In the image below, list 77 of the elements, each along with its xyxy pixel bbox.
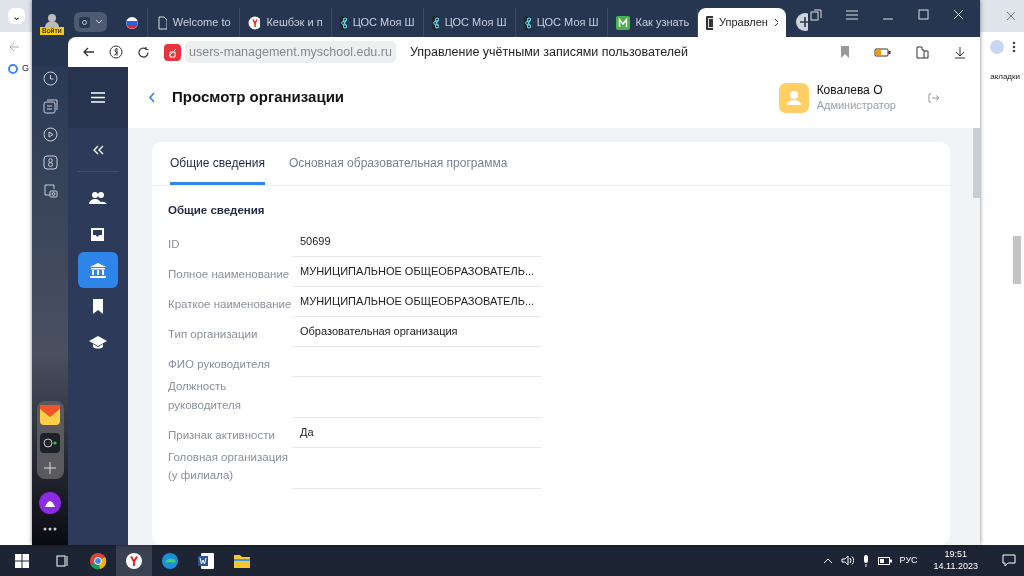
section-title: Общие сведения [168,203,266,218]
browser-tab[interactable]: Управлен [698,8,787,37]
user-name: Ковалева О [816,82,884,99]
windows-start-icon[interactable] [15,553,29,568]
content-tab[interactable]: Общие сведения [170,142,265,185]
scrollbar-thumb[interactable] [973,128,980,198]
field-label: Полное наименование [168,266,291,282]
bank-icon [89,261,107,279]
flag-icon[interactable] [124,15,139,30]
inbox-icon [89,225,107,243]
scrollbar-thumb[interactable] [1013,236,1021,284]
field-label: Признак активности [168,427,276,443]
field-label: ID [168,236,181,252]
bookmark-icon[interactable] [840,46,850,58]
yandex-icon [125,551,143,570]
document-icon[interactable] [155,15,167,30]
field-label: Краткое наименование [168,296,292,312]
clock-time[interactable]: 19:51 [944,548,968,561]
history-icon[interactable] [42,71,58,86]
download-icon[interactable] [954,45,966,59]
taskbar-app[interactable] [116,545,152,576]
field-label: Тип организации [168,326,259,342]
extensions-icon[interactable] [915,44,930,60]
back-icon[interactable] [148,92,156,103]
add-icon[interactable] [43,461,57,475]
field-value: Да [292,418,541,449]
more-icon[interactable] [43,527,57,531]
language-indicator[interactable]: РУС [899,553,918,568]
app-icon[interactable] [40,433,60,453]
bookmarks-label[interactable]: акладки [990,72,1020,81]
user-role: Администратор [816,98,896,113]
page-title: Управление учётными записями пользователей [409,43,689,61]
collections-icon[interactable] [810,8,822,21]
new-tab-icon[interactable] [796,13,808,31]
lock-icon[interactable] [164,43,181,61]
bookmark-label[interactable]: G [22,62,29,76]
back-arrow-icon[interactable] [82,46,95,58]
site-icon[interactable] [706,15,714,30]
google-icon [8,63,18,74]
chrome-icon [89,551,107,570]
profile-icon[interactable] [44,12,59,27]
clock-date[interactable]: 14.11.2023 [933,560,978,573]
task-view-icon[interactable] [55,553,69,568]
tabs-icon[interactable] [42,99,58,114]
field-label: Должность руководителя [168,379,242,413]
field-label: Головная организация (у филиала) [168,450,289,484]
nav-item[interactable] [78,252,118,288]
collapse-icon[interactable] [92,144,104,155]
counter-icon[interactable] [42,155,58,170]
screenshot-icon[interactable] [42,183,58,198]
yandex-icon[interactable] [109,45,123,59]
play-icon[interactable] [42,127,58,142]
battery-icon[interactable] [877,556,892,565]
microphone-icon[interactable] [861,554,870,567]
graduation-cap-icon [89,333,107,351]
field-value: 50699 [292,227,541,258]
field-value: МУНИЦИПАЛЬНОЕ ОБЩЕОБРАЗОВАТЕЛЬ... [292,287,541,318]
reload-icon[interactable] [137,45,150,59]
chevron-up-icon[interactable] [822,557,833,564]
word-icon [197,551,215,570]
edge-icon [161,551,179,570]
field-label: ФИО руководителя [168,356,272,372]
yandex-icon[interactable] [247,15,261,30]
assistant-icon[interactable] [39,492,61,514]
m-letter-icon[interactable] [615,15,630,30]
tab-group-icon[interactable] [77,15,91,29]
page-heading: Просмотр организации [172,87,345,108]
caret-icon[interactable] [94,19,103,25]
content-tab[interactable]: Основная образовательная программа [288,142,508,185]
volume-icon[interactable] [840,555,854,566]
menu-button[interactable]: ⌄ [8,7,25,25]
maximize-icon[interactable] [918,9,929,20]
notification-icon[interactable] [1002,554,1016,567]
field-value: МУНИЦИПАЛЬНОЕ ОБЩЕОБРАЗОВАТЕЛЬ... [292,257,541,288]
field-value: Образовательная организация [292,317,541,348]
more-icon[interactable] [1012,41,1016,53]
people-icon [89,189,107,207]
